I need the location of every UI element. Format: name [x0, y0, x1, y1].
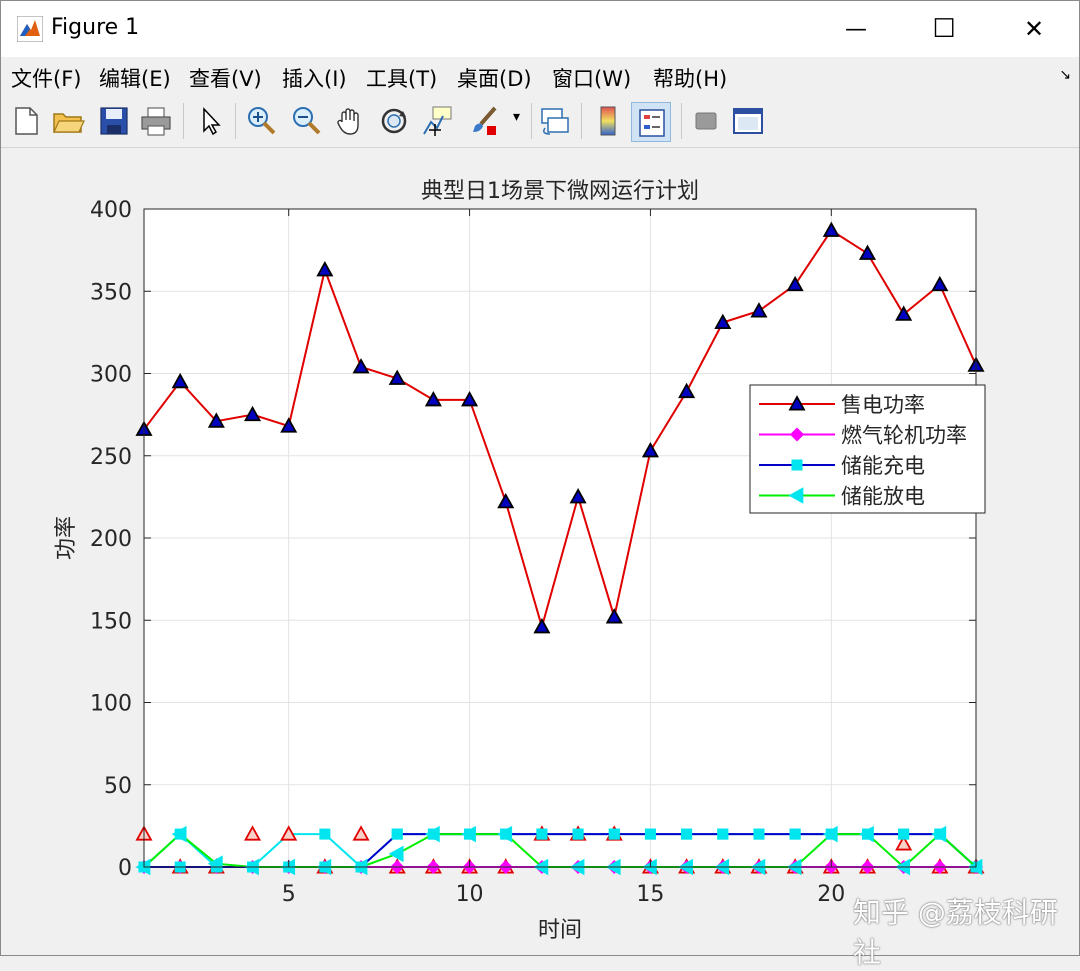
x-axis-label: 时间 — [538, 918, 582, 943]
x-tick-label: 5 — [282, 882, 296, 907]
chart-title: 典型日1场景下微网运行计划 — [421, 179, 699, 204]
minimize-button[interactable]: — — [811, 1, 901, 57]
menu-desktop[interactable]: 桌面(D) — [457, 63, 532, 93]
legend-button[interactable] — [631, 102, 671, 142]
menu-window[interactable]: 窗口(W) — [552, 63, 631, 93]
cyan-square-marker — [825, 828, 837, 840]
toolbar-separator — [183, 103, 184, 139]
legend-label: 储能充电 — [841, 454, 925, 478]
menu-edit[interactable]: 编辑(E) — [99, 63, 171, 93]
cyan-square-marker — [644, 828, 656, 840]
y-tick-label: 400 — [90, 198, 132, 223]
new-file-icon[interactable] — [9, 104, 43, 138]
cyan-square-marker — [608, 828, 620, 840]
legend[interactable]: 售电功率燃气轮机功率储能充电储能放电 — [749, 384, 986, 514]
minimize-icon: — — [845, 16, 867, 42]
cyan-square-marker — [861, 828, 873, 840]
maximize-icon: ☐ — [932, 14, 956, 44]
close-button[interactable]: ✕ — [989, 1, 1079, 57]
cyan-square-marker — [464, 828, 476, 840]
cyan-square-marker — [717, 828, 729, 840]
legend-marker — [791, 459, 803, 471]
cyan-square-marker — [753, 828, 765, 840]
colorbar-icon[interactable] — [591, 104, 625, 138]
y-tick-label: 0 — [118, 856, 132, 881]
menu-bar: 文件(F) 编辑(E) 查看(V) 插入(I) 工具(T) 桌面(D) 窗口(W… — [1, 59, 1079, 95]
toolbar-separator — [235, 103, 236, 139]
show-plot-tools-icon[interactable] — [731, 104, 765, 138]
hide-plot-tools-icon[interactable] — [689, 104, 723, 138]
cyan-square-marker — [898, 828, 910, 840]
brush-icon[interactable] — [467, 104, 501, 138]
zoom-in-icon[interactable] — [244, 104, 278, 138]
figure-window: Figure 1 — ☐ ✕ 文件(F) 编辑(E) 查看(V) 插入(I) 工… — [0, 0, 1080, 969]
legend-label: 储能放电 — [841, 485, 925, 509]
x-tick-label: 10 — [456, 882, 484, 907]
maximize-button[interactable]: ☐ — [899, 1, 989, 57]
cyan-square-marker — [319, 828, 331, 840]
y-tick-label: 50 — [104, 774, 132, 799]
zoom-out-icon[interactable] — [289, 104, 323, 138]
cyan-square-marker — [681, 828, 693, 840]
menu-insert[interactable]: 插入(I) — [282, 63, 347, 93]
watermark: 知乎 @荔枝科研社 — [853, 896, 1058, 969]
toolbar: ▾ — [1, 97, 1079, 148]
print-icon[interactable] — [139, 104, 173, 138]
menu-help[interactable]: 帮助(H) — [653, 63, 727, 93]
legend-label: 燃气轮机功率 — [841, 424, 967, 448]
title-bar[interactable]: Figure 1 — ☐ ✕ — [1, 1, 1079, 57]
y-tick-label: 350 — [90, 280, 132, 305]
y-axis-label: 功率 — [54, 516, 79, 560]
pointer-icon[interactable] — [194, 104, 228, 138]
cyan-square-marker — [500, 828, 512, 840]
cyan-square-marker — [536, 828, 548, 840]
pan-hand-icon[interactable] — [333, 104, 367, 138]
open-folder-icon[interactable] — [51, 104, 85, 138]
y-tick-label: 300 — [90, 363, 132, 388]
y-tick-label: 150 — [90, 609, 132, 634]
data-cursor-icon[interactable] — [421, 104, 455, 138]
x-tick-label: 15 — [636, 882, 664, 907]
y-tick-label: 100 — [90, 692, 132, 717]
toolbar-separator — [531, 103, 532, 139]
y-tick-label: 200 — [90, 527, 132, 552]
save-icon[interactable] — [97, 104, 131, 138]
menu-view[interactable]: 查看(V) — [189, 63, 262, 93]
link-plot-icon[interactable] — [538, 104, 572, 138]
rotate-3d-icon[interactable] — [377, 104, 411, 138]
y-tick-label: 250 — [90, 445, 132, 470]
toolbar-separator — [581, 103, 582, 139]
matlab-icon — [17, 16, 43, 42]
chart-canvas: 5 10 15 20050100150200250300350400 典型日1场景下微… — [1, 148, 1079, 955]
legend-icon — [639, 109, 665, 137]
cyan-square-marker — [934, 828, 946, 840]
dock-arrow-icon[interactable]: ↘ — [1059, 67, 1071, 83]
window-title: Figure 1 — [51, 15, 140, 40]
cyan-square-marker — [391, 828, 403, 840]
menu-tools[interactable]: 工具(T) — [366, 63, 437, 93]
close-icon: ✕ — [1023, 15, 1045, 43]
x-tick-label: 20 — [817, 882, 845, 907]
cyan-square-marker — [174, 828, 186, 840]
legend-label: 售电功率 — [841, 393, 925, 417]
brush-dropdown-icon[interactable]: ▾ — [513, 109, 520, 125]
cyan-square-marker — [427, 828, 439, 840]
cyan-square-marker — [789, 828, 801, 840]
menu-file[interactable]: 文件(F) — [11, 63, 81, 93]
cyan-square-marker — [572, 828, 584, 840]
toolbar-separator — [681, 103, 682, 139]
